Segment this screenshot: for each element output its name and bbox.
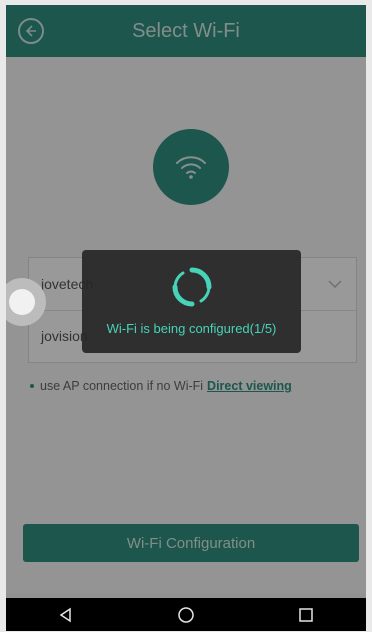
system-nav-bar	[6, 598, 366, 631]
floating-button-inner	[9, 289, 35, 315]
progress-toast: Wi-Fi is being configured(1/5)	[82, 250, 301, 353]
loading-spinner-icon	[171, 266, 213, 313]
recents-square-icon[interactable]	[293, 605, 319, 625]
progress-message: Wi-Fi is being configured(1/5)	[106, 321, 277, 336]
back-triangle-icon[interactable]	[53, 605, 79, 625]
home-circle-icon[interactable]	[173, 605, 199, 625]
app-screen: Select Wi-Fi jovetech jovision use AP co…	[6, 5, 366, 631]
